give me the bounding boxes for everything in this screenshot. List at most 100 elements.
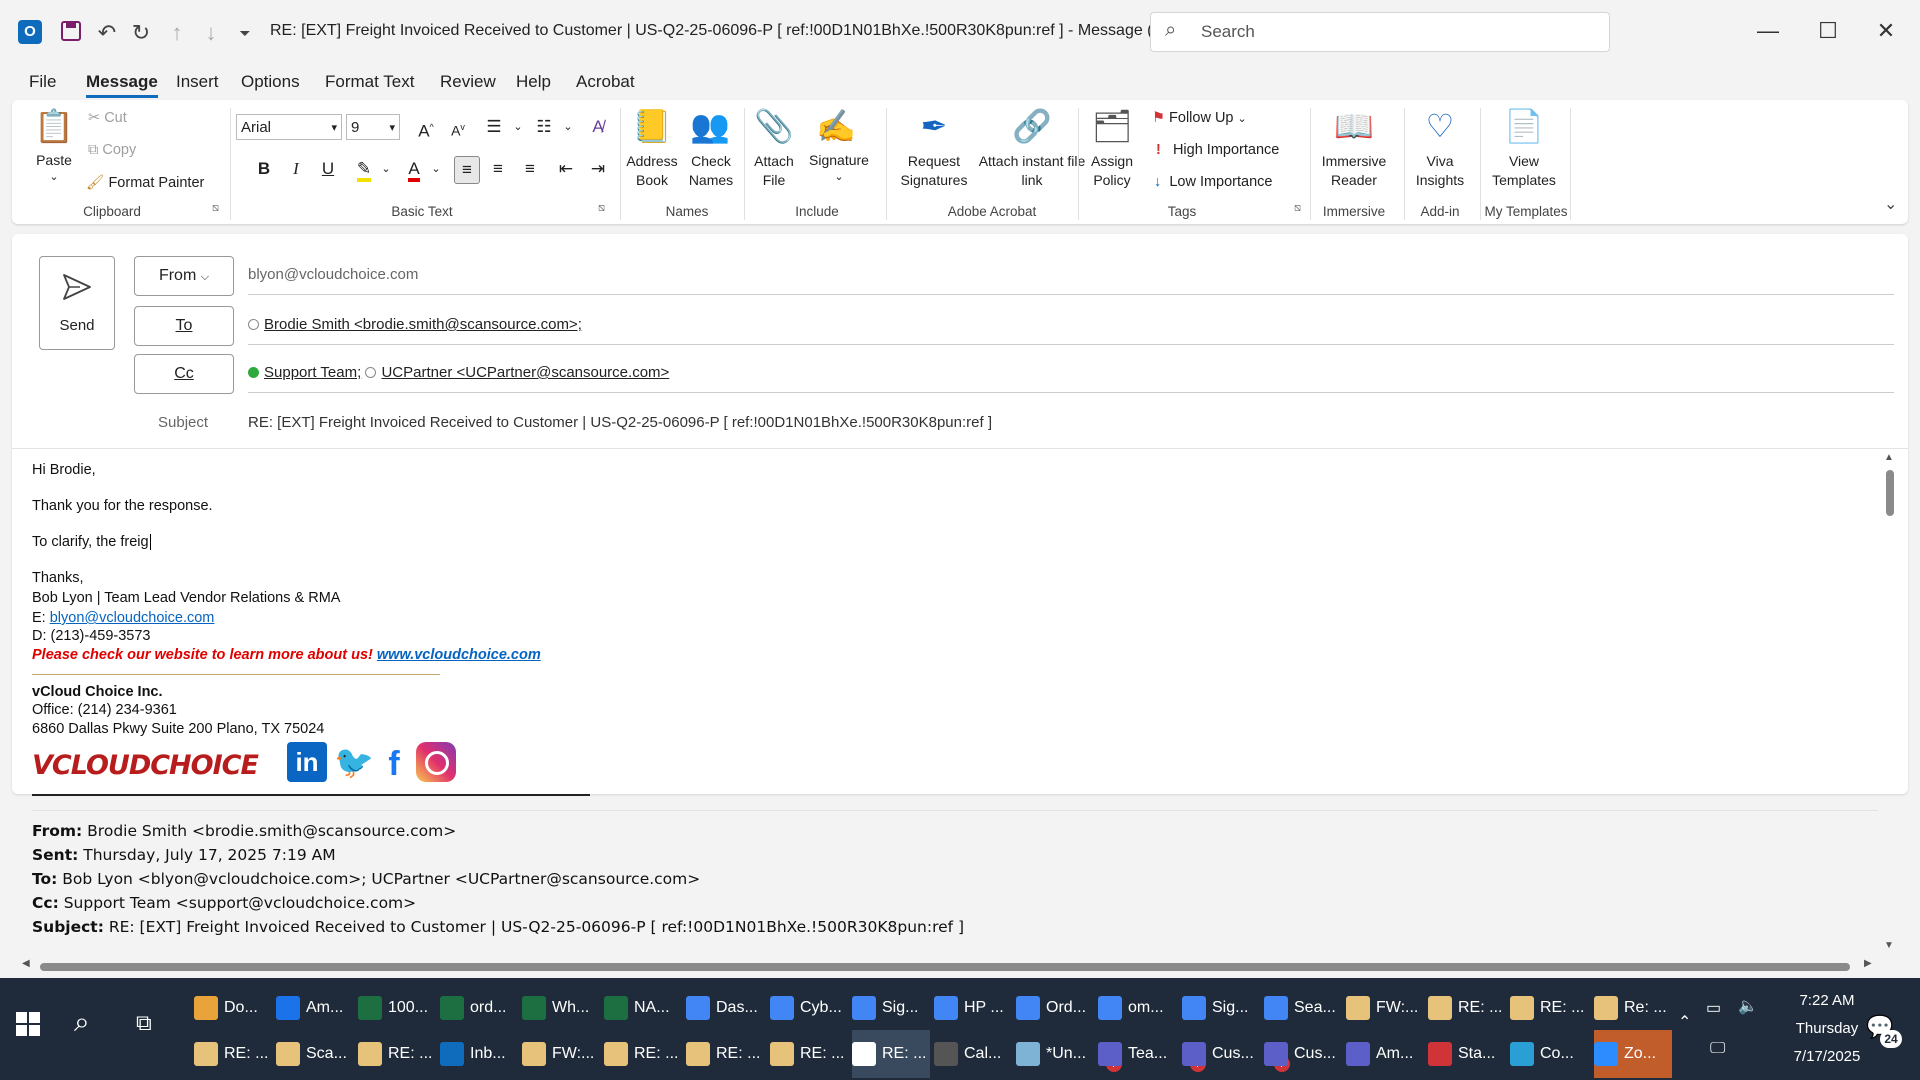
taskbar-app-button[interactable]: Cus... bbox=[1182, 1030, 1260, 1078]
taskbar-app-button[interactable]: Sig... bbox=[1182, 984, 1260, 1032]
chevron-down-icon[interactable]: ⌄ bbox=[374, 156, 398, 182]
basic-text-launcher-icon[interactable]: ⧅ bbox=[598, 202, 605, 215]
taskbar-app-button[interactable]: RE: ... bbox=[1428, 984, 1506, 1032]
attach-instant-file-link-button[interactable]: Attach instant file link bbox=[972, 152, 1092, 190]
clear-formatting-icon[interactable]: A̸ bbox=[586, 114, 610, 140]
scroll-down-icon[interactable]: ▼ bbox=[1884, 940, 1894, 951]
taskbar-app-button[interactable]: Inb... bbox=[440, 1030, 518, 1078]
cc-field[interactable]: Support Team; UCPartner <UCPartner@scans… bbox=[248, 354, 1894, 393]
taskbar-app-button[interactable]: om... bbox=[1098, 984, 1176, 1032]
taskbar-app-button[interactable]: 100... bbox=[358, 984, 436, 1032]
low-importance-button[interactable]: ↓ Low Importance bbox=[1154, 174, 1272, 190]
customize-toolbar-icon[interactable]: ⏷ bbox=[232, 20, 258, 46]
font-size-select[interactable]: 9 ▾ bbox=[346, 114, 400, 140]
tab-acrobat[interactable]: Acrobat bbox=[576, 72, 635, 92]
instagram-icon[interactable] bbox=[416, 742, 456, 782]
taskbar-app-button[interactable]: Sca... bbox=[276, 1030, 354, 1078]
taskbar-app-button[interactable]: FW:... bbox=[1346, 984, 1424, 1032]
twitter-icon[interactable]: 🐦 bbox=[334, 744, 374, 780]
tab-review[interactable]: Review bbox=[440, 72, 496, 92]
taskbar-app-button[interactable]: ord... bbox=[440, 984, 518, 1032]
search-box[interactable]: ⌕ Search bbox=[1150, 12, 1610, 52]
taskbar-app-button[interactable]: RE: ... bbox=[770, 1030, 848, 1078]
chevron-down-icon[interactable]: ⌄ bbox=[506, 114, 530, 140]
view-templates-button[interactable]: View Templates bbox=[1488, 152, 1560, 190]
tab-help[interactable]: Help bbox=[516, 72, 551, 92]
taskbar-app-button[interactable]: Re: ... bbox=[1594, 984, 1672, 1032]
taskbar-app-button[interactable]: RE: ... bbox=[1510, 984, 1588, 1032]
taskbar-app-button[interactable]: Do... bbox=[194, 984, 272, 1032]
linkedin-icon[interactable]: in bbox=[287, 742, 327, 782]
tab-message[interactable]: Message bbox=[86, 72, 158, 98]
signature-icon[interactable]: ✍ bbox=[816, 106, 856, 146]
taskbar-app-button[interactable]: Sea... bbox=[1264, 984, 1342, 1032]
taskbar-app-button[interactable]: *Un... bbox=[1016, 1030, 1094, 1078]
assign-policy-icon[interactable]: 🗂 bbox=[1092, 106, 1133, 146]
address-book-button[interactable]: Address Book bbox=[622, 152, 682, 190]
vertical-scrollbar[interactable]: ▲ ▼ bbox=[1880, 452, 1900, 954]
to-field[interactable]: Brodie Smith <brodie.smith@scansource.co… bbox=[248, 306, 1894, 345]
down-arrow-icon[interactable]: ↓ bbox=[198, 20, 224, 46]
increase-indent-icon[interactable]: ⇥ bbox=[586, 156, 610, 182]
volume-icon[interactable]: 🔈 bbox=[1738, 996, 1758, 1016]
taskbar-app-button[interactable]: Wh... bbox=[522, 984, 600, 1032]
format-painter-button[interactable]: 🖌 Format Painter bbox=[86, 174, 204, 191]
search-icon[interactable]: ⌕ bbox=[74, 1006, 90, 1039]
cc-button[interactable]: Cc bbox=[134, 354, 234, 394]
taskbar-app-button[interactable]: RE: ... bbox=[194, 1030, 272, 1078]
taskbar-app-button[interactable]: HP ... bbox=[934, 984, 1012, 1032]
grow-font-icon[interactable]: A^ bbox=[414, 114, 438, 141]
network-icon[interactable]: 🖵 bbox=[1710, 1040, 1725, 1058]
view-templates-icon[interactable]: 📄 bbox=[1504, 106, 1544, 146]
taskbar-app-button[interactable]: Sig... bbox=[852, 984, 930, 1032]
facebook-icon[interactable]: f bbox=[380, 744, 408, 784]
to-recipient[interactable]: Brodie Smith <brodie.smith@scansource.co… bbox=[264, 316, 582, 333]
taskbar-app-button[interactable]: RE: ... bbox=[686, 1030, 764, 1078]
subject-field[interactable]: RE: [EXT] Freight Invoiced Received to C… bbox=[248, 404, 1894, 442]
decrease-indent-icon[interactable]: ⇤ bbox=[554, 156, 578, 182]
taskbar-app-button[interactable]: Ord... bbox=[1016, 984, 1094, 1032]
immersive-reader-button[interactable]: Immersive Reader bbox=[1318, 152, 1390, 190]
viva-insights-button[interactable]: Viva Insights bbox=[1412, 152, 1468, 190]
battery-icon[interactable]: ▭ bbox=[1706, 998, 1721, 1018]
taskbar-app-button[interactable]: FW:... bbox=[522, 1030, 600, 1078]
website-link[interactable]: www.vcloudchoice.com bbox=[377, 647, 541, 663]
save-icon[interactable] bbox=[58, 20, 84, 46]
email-link[interactable]: blyon@vcloudchoice.com bbox=[50, 610, 215, 626]
horizontal-scrollbar[interactable]: ◀ ▶ bbox=[20, 958, 1880, 976]
task-view-icon[interactable]: ⧉ bbox=[136, 1010, 152, 1036]
italic-icon[interactable]: I bbox=[284, 156, 308, 182]
taskbar-app-button[interactable]: NA... bbox=[604, 984, 682, 1032]
font-color-icon[interactable]: A bbox=[402, 156, 426, 182]
up-arrow-icon[interactable]: ↑ bbox=[164, 20, 190, 46]
taskbar-app-button[interactable]: Cal... bbox=[934, 1030, 1012, 1078]
taskbar-app-button[interactable]: Co... bbox=[1510, 1030, 1588, 1078]
tab-file[interactable]: File bbox=[29, 72, 56, 92]
cut-button[interactable]: ✂ Cut bbox=[88, 110, 127, 126]
taskbar-app-button[interactable]: Zo... bbox=[1594, 1030, 1672, 1078]
taskbar-app-button[interactable]: Sta... bbox=[1428, 1030, 1506, 1078]
request-signatures-button[interactable]: Request Signatures bbox=[896, 152, 972, 190]
attach-link-icon[interactable]: 🔗 bbox=[1012, 106, 1052, 146]
tags-launcher-icon[interactable]: ⧅ bbox=[1294, 202, 1301, 215]
align-center-icon[interactable]: ≡ bbox=[486, 156, 510, 182]
paperclip-icon[interactable]: 📎 bbox=[754, 106, 794, 146]
paste-dropdown-icon[interactable]: ⌄ bbox=[30, 170, 78, 183]
follow-up-button[interactable]: ⚑ Follow Up ⌄ bbox=[1152, 110, 1247, 126]
signature-button[interactable]: Signature bbox=[804, 152, 874, 168]
taskbar-app-button[interactable]: Am... bbox=[276, 984, 354, 1032]
show-hidden-icons-icon[interactable]: ⌃ bbox=[1678, 1012, 1691, 1032]
check-names-icon[interactable]: 👥 bbox=[690, 106, 730, 146]
ribbon-collapse-icon[interactable]: ⌄ bbox=[1884, 194, 1897, 214]
chevron-down-icon[interactable]: ⌄ bbox=[556, 114, 580, 140]
taskbar-app-button[interactable]: Das... bbox=[686, 984, 764, 1032]
scroll-left-icon[interactable]: ◀ bbox=[22, 958, 30, 969]
bold-icon[interactable]: B bbox=[252, 156, 276, 182]
high-importance-button[interactable]: ! High Importance bbox=[1156, 142, 1279, 158]
minimize-button[interactable]: — bbox=[1748, 14, 1788, 48]
clock-time[interactable]: 7:22 AM bbox=[1780, 992, 1874, 1009]
chevron-down-icon[interactable]: ⌄ bbox=[424, 156, 448, 182]
numbering-icon[interactable]: ☷ bbox=[532, 114, 556, 140]
attach-file-button[interactable]: Attach File bbox=[748, 152, 800, 190]
tab-insert[interactable]: Insert bbox=[176, 72, 219, 92]
